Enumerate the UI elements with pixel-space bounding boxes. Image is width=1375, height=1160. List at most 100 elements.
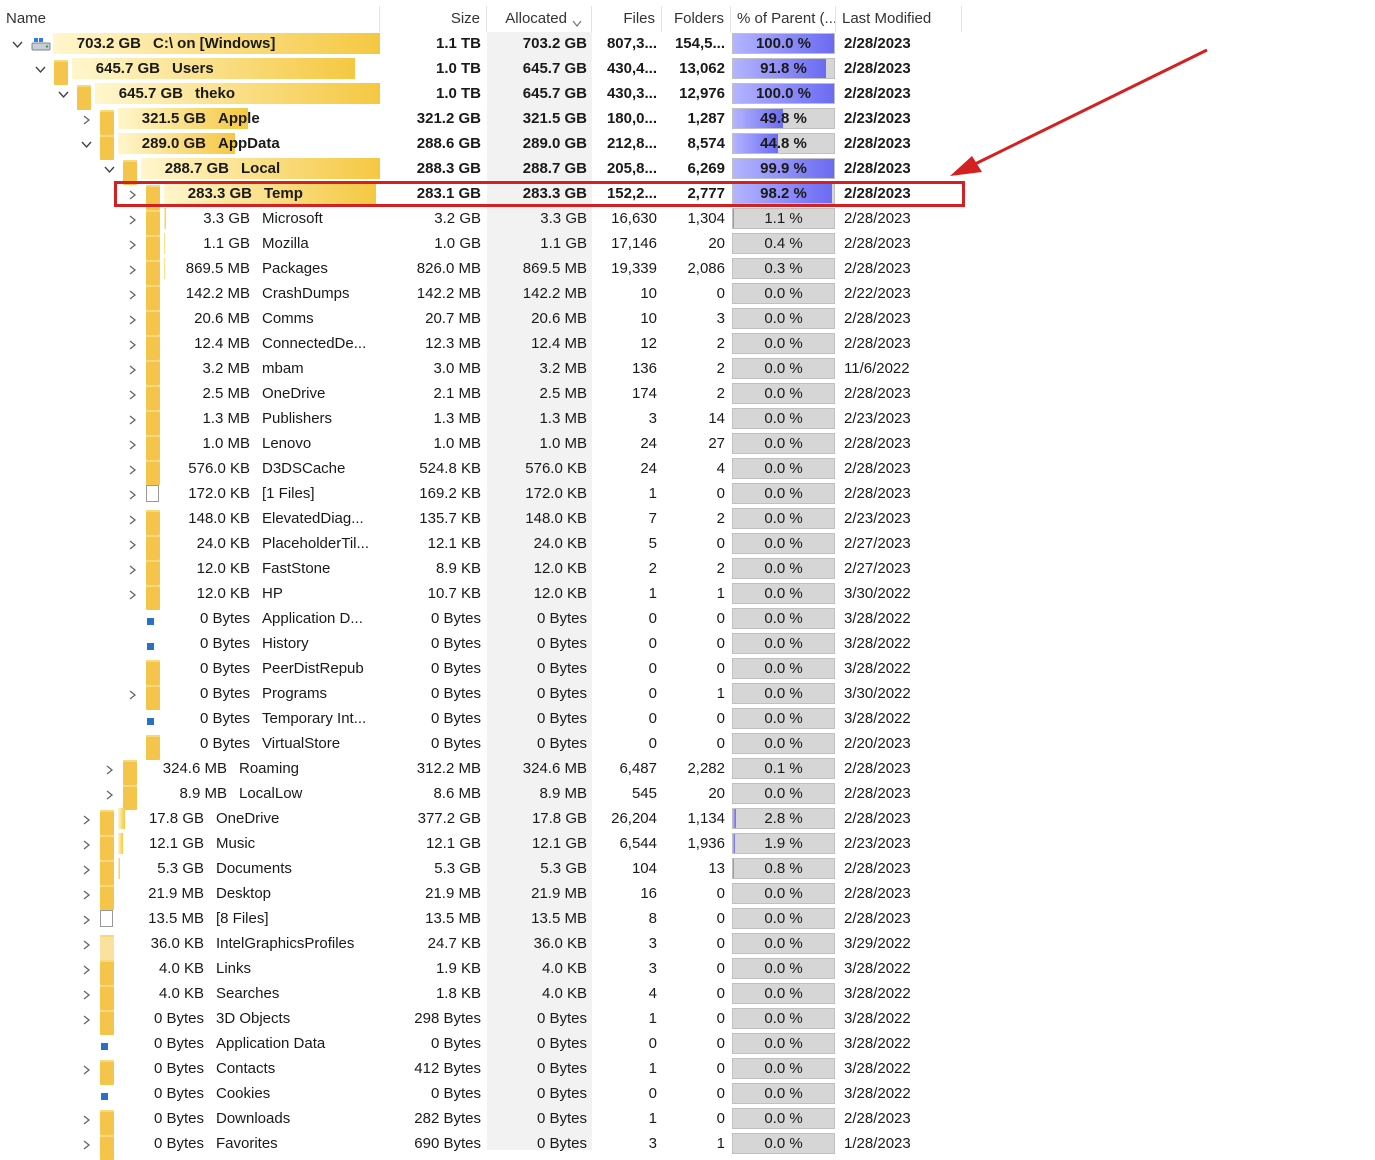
expand-chevron-icon[interactable] — [125, 506, 139, 531]
expand-chevron-icon[interactable] — [125, 431, 139, 456]
size-cell: 312.2 MB — [416, 760, 481, 777]
tree-row[interactable]: 321.5 GB Apple 321.2 GB 321.5 GB 180,0... 1,2… — [0, 106, 962, 135]
expand-chevron-icon[interactable] — [125, 256, 139, 281]
last-modified-cell: 3/28/2022 — [844, 660, 911, 677]
expand-chevron-icon[interactable] — [125, 356, 139, 381]
expand-chevron-icon[interactable] — [79, 1006, 93, 1031]
tree-row[interactable]: 0 Bytes Downloads 282 Bytes 0 Bytes 1 0 0.0 % 2… — [0, 1106, 962, 1135]
tree-row[interactable]: 576.0 KB D3DSCache 524.8 KB 576.0 KB 24 4 0.0 … — [0, 456, 962, 485]
collapse-chevron-icon[interactable] — [33, 56, 47, 81]
percent-of-parent-bar: 44.8 % — [732, 133, 835, 154]
tree-row[interactable]: 142.2 MB CrashDumps 142.2 MB 142.2 MB 10 0 0.0… — [0, 281, 962, 310]
tree-row[interactable]: 36.0 KB IntelGraphicsProfiles 24.7 KB 36.0 … — [0, 931, 962, 960]
collapse-chevron-icon[interactable] — [10, 31, 24, 56]
tree-row[interactable]: 12.0 KB HP 10.7 KB 12.0 KB 1 1 0.0 % 3/30/2022 — [0, 581, 962, 610]
expand-chevron-icon[interactable] — [125, 331, 139, 356]
tree-row[interactable]: 24.0 KB PlaceholderTil... 12.1 KB 24.0 KB 5 0… — [0, 531, 962, 560]
tree-row[interactable]: 0 Bytes Cookies 0 Bytes 0 Bytes 0 0 0.0 % 3/28/… — [0, 1081, 962, 1106]
expand-chevron-icon[interactable] — [125, 581, 139, 606]
allocated-cell: 1.3 MB — [539, 410, 587, 427]
tree-row[interactable]: 645.7 GB Users 1.0 TB 645.7 GB 430,4... 13,06… — [0, 56, 962, 85]
tree-row[interactable]: 17.8 GB OneDrive 377.2 GB 17.8 GB 26,204 1,13… — [0, 806, 962, 835]
expand-chevron-icon[interactable] — [125, 556, 139, 581]
collapse-chevron-icon[interactable] — [56, 81, 70, 106]
header-size[interactable]: Size — [380, 6, 487, 32]
tree-row[interactable]: 5.3 GB Documents 5.3 GB 5.3 GB 104 13 0.8 % 2/2… — [0, 856, 962, 885]
tree-row[interactable]: 8.9 MB LocalLow 8.6 MB 8.9 MB 545 20 0.0 % 2/28… — [0, 781, 962, 810]
tree-row[interactable]: 0 Bytes Application Data 0 Bytes 0 Bytes 0 0 0… — [0, 1031, 962, 1056]
tree-row[interactable]: 3.2 MB mbam 3.0 MB 3.2 MB 136 2 0.0 % 11/6/2022 — [0, 356, 962, 385]
expand-chevron-icon[interactable] — [79, 1106, 93, 1131]
tree-row[interactable]: 0 Bytes Favorites 690 Bytes 0 Bytes 3 1 0.0 % 1… — [0, 1131, 962, 1160]
tree-row[interactable]: 12.1 GB Music 12.1 GB 12.1 GB 6,544 1,936 1.9 … — [0, 831, 962, 860]
tree-row[interactable]: 0 Bytes Contacts 412 Bytes 0 Bytes 1 0 0.0 % 3/… — [0, 1056, 962, 1085]
tree-row[interactable]: 703.2 GB C:\ on [Windows] 1.1 TB 703.2 GB 80… — [0, 31, 962, 56]
tree-row[interactable]: 0 Bytes Temporary Int... 0 Bytes 0 Bytes 0 0 0… — [0, 706, 962, 731]
tree-row[interactable]: 1.0 MB Lenovo 1.0 MB 1.0 MB 24 27 0.0 % 2/28/20… — [0, 431, 962, 460]
expand-chevron-icon[interactable] — [79, 1056, 93, 1081]
expand-chevron-icon[interactable] — [125, 456, 139, 481]
expand-chevron-icon[interactable] — [102, 781, 116, 806]
header-last-modified[interactable]: Last Modified — [836, 6, 962, 32]
expand-chevron-icon[interactable] — [125, 406, 139, 431]
size-cell: 282 Bytes — [414, 1110, 481, 1127]
tree-row[interactable]: 0 Bytes Application D... 0 Bytes 0 Bytes 0 0 0… — [0, 606, 962, 631]
header-files[interactable]: Files — [592, 6, 662, 32]
tree-row[interactable]: 2.5 MB OneDrive 2.1 MB 2.5 MB 174 2 0.0 % 2/28/… — [0, 381, 962, 410]
expand-chevron-icon[interactable] — [79, 931, 93, 956]
tree-row[interactable]: 172.0 KB [1 Files] 169.2 KB 172.0 KB 1 0 0.0 %… — [0, 481, 962, 506]
tree-row[interactable]: 12.0 KB FastStone 8.9 KB 12.0 KB 2 2 0.0 % 2/27… — [0, 556, 962, 585]
tree-row[interactable]: 645.7 GB theko 1.0 TB 645.7 GB 430,3... 12,97… — [0, 81, 962, 110]
tree-row[interactable]: 0 Bytes Programs 0 Bytes 0 Bytes 0 1 0.0 % 3/30… — [0, 681, 962, 710]
collapse-chevron-icon[interactable] — [79, 131, 93, 156]
expand-chevron-icon[interactable] — [79, 906, 93, 931]
tree-row[interactable]: 20.6 MB Comms 20.7 MB 20.6 MB 10 3 0.0 % 2/28/2… — [0, 306, 962, 335]
header-percent-of-parent[interactable]: % of Parent (... — [731, 6, 836, 32]
percent-label: 0.0 % — [764, 585, 803, 602]
expand-chevron-icon[interactable] — [125, 531, 139, 556]
folder-tree-view[interactable]: Name Size Allocated Files Folders % of P… — [0, 0, 1375, 1160]
tree-row[interactable]: 148.0 KB ElevatedDiag... 135.7 KB 148.0 KB 7… — [0, 506, 962, 535]
tree-row[interactable]: 3.3 GB Microsoft 3.2 GB 3.3 GB 16,630 1,304 1.… — [0, 206, 962, 235]
size-cell: 1.0 GB — [434, 235, 481, 252]
tree-row[interactable]: 4.0 KB Links 1.9 KB 4.0 KB 3 0 0.0 % 3/28/2022 — [0, 956, 962, 985]
expand-chevron-icon[interactable] — [125, 381, 139, 406]
tree-row[interactable]: 0 Bytes PeerDistRepub 0 Bytes 0 Bytes 0 0 0.0 … — [0, 656, 962, 685]
tree-row[interactable]: 1.3 MB Publishers 1.3 MB 1.3 MB 3 14 0.0 % 2/23… — [0, 406, 962, 435]
expand-chevron-icon[interactable] — [79, 106, 93, 131]
expand-chevron-icon[interactable] — [79, 1131, 93, 1156]
tree-row[interactable]: 1.1 GB Mozilla 1.0 GB 1.1 GB 17,146 20 0.4 % 2/… — [0, 231, 962, 260]
collapse-chevron-icon[interactable] — [102, 156, 116, 181]
row-size-label: 4.0 KB — [158, 985, 204, 1002]
last-modified-cell: 2/28/2023 — [844, 235, 911, 252]
tree-row[interactable]: 21.9 MB Desktop 21.9 MB 21.9 MB 16 0 0.0 % 2/28… — [0, 881, 962, 910]
expand-chevron-icon[interactable] — [125, 231, 139, 256]
folders-count-cell: 0 — [716, 610, 725, 627]
expand-chevron-icon[interactable] — [79, 856, 93, 881]
expand-chevron-icon[interactable] — [79, 956, 93, 981]
row-size-label: 869.5 MB — [185, 260, 250, 277]
expand-chevron-icon[interactable] — [125, 681, 139, 706]
expand-chevron-icon[interactable] — [125, 206, 139, 231]
tree-row[interactable]: 0 Bytes 3D Objects 298 Bytes 0 Bytes 1 0 0.0 %… — [0, 1006, 962, 1035]
expand-chevron-icon[interactable] — [102, 756, 116, 781]
tree-row[interactable]: 0 Bytes VirtualStore 0 Bytes 0 Bytes 0 0 0.0 %… — [0, 731, 962, 760]
tree-row[interactable]: 869.5 MB Packages 826.0 MB 869.5 MB 19,339 2,… — [0, 256, 962, 285]
header-folders[interactable]: Folders — [662, 6, 731, 32]
expand-chevron-icon[interactable] — [125, 306, 139, 331]
expand-chevron-icon[interactable] — [79, 831, 93, 856]
tree-row[interactable]: 13.5 MB [8 Files] 13.5 MB 13.5 MB 8 0 0.0 % 2/2… — [0, 906, 962, 931]
tree-row[interactable]: 12.4 MB ConnectedDe... 12.3 MB 12.4 MB 12 2 0.… — [0, 331, 962, 360]
expand-chevron-icon[interactable] — [125, 281, 139, 306]
expand-chevron-icon[interactable] — [125, 481, 139, 506]
expand-chevron-icon[interactable] — [79, 806, 93, 831]
tree-row[interactable]: 324.6 MB Roaming 312.2 MB 324.6 MB 6,487 2,28… — [0, 756, 962, 785]
tree-row[interactable]: 4.0 KB Searches 1.8 KB 4.0 KB 4 0 0.0 % 3/28/20… — [0, 981, 962, 1010]
tree-row[interactable]: 289.0 GB AppData 288.6 GB 289.0 GB 212,8... 8… — [0, 131, 962, 160]
tree-row[interactable]: 0 Bytes History 0 Bytes 0 Bytes 0 0 0.0 % 3/28/… — [0, 631, 962, 656]
row-size-label: 5.3 GB — [157, 860, 204, 877]
expand-chevron-icon[interactable] — [79, 881, 93, 906]
tree-row[interactable]: 288.7 GB Local 288.3 GB 288.7 GB 205,8... 6,2… — [0, 156, 962, 185]
header-name[interactable]: Name — [0, 6, 380, 32]
expand-chevron-icon[interactable] — [79, 981, 93, 1006]
